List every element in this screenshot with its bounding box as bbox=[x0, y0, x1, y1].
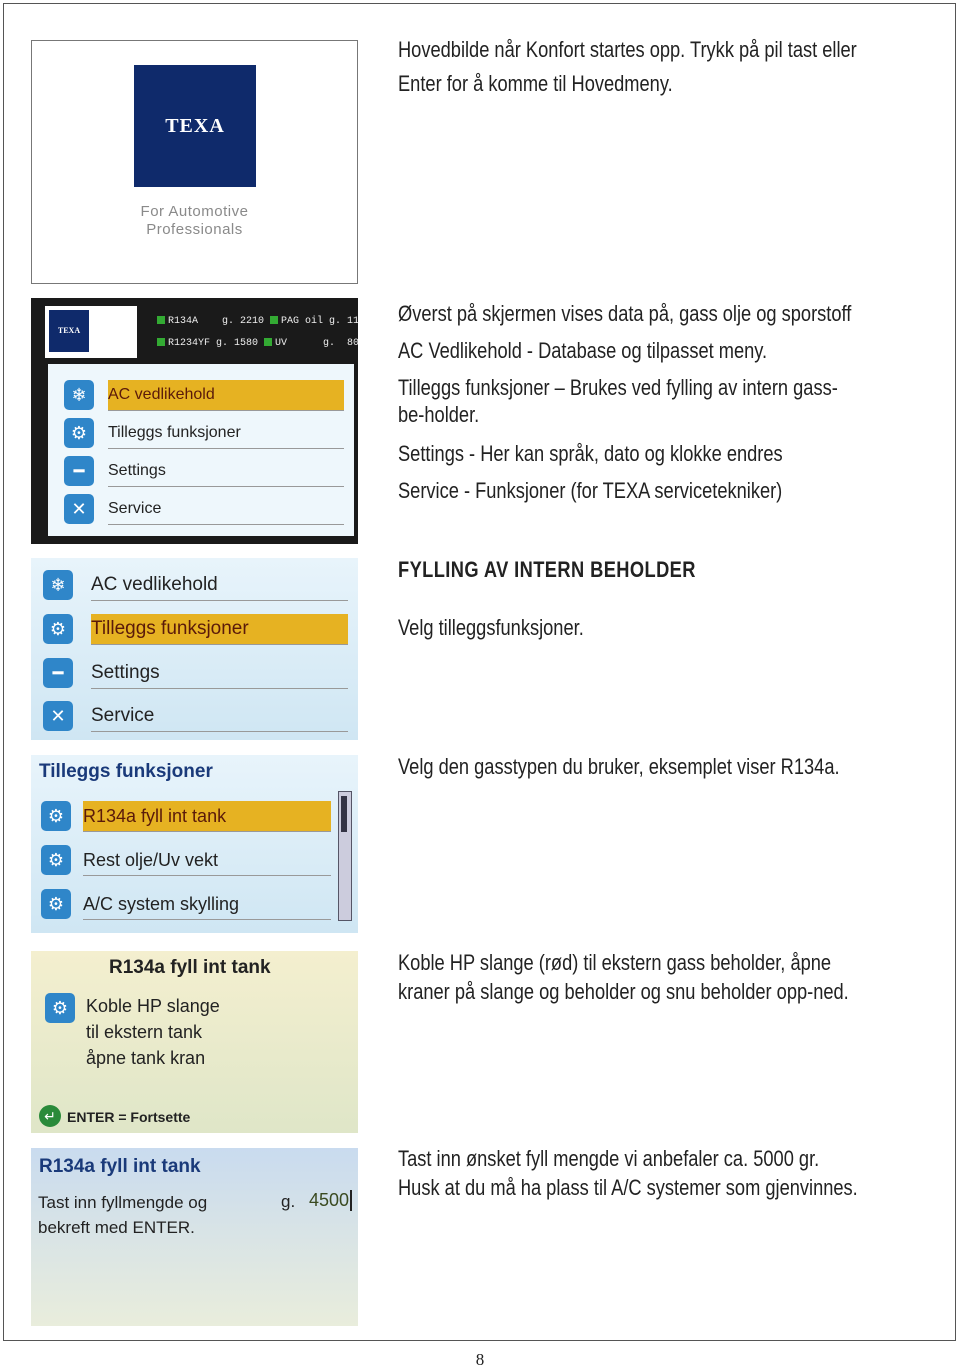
instruction-text: Tast inn fyllmengde og bekreft med ENTER… bbox=[38, 1190, 207, 1240]
menu-label: AC vedlikehold bbox=[108, 380, 344, 411]
tagline-2: Professionals bbox=[146, 221, 243, 238]
tools-icon: ✕ bbox=[64, 494, 94, 524]
gears-icon: ⚙ bbox=[45, 993, 75, 1023]
instruction-line: åpne tank kran bbox=[86, 1048, 206, 1068]
menu-item-tilleggs[interactable]: ⚙ Tilleggs funksjoner bbox=[48, 412, 354, 449]
wrench-icon: ━ bbox=[64, 456, 94, 486]
section-6-text: Tast inn ønsket fyll mengde vi anbefaler… bbox=[398, 1144, 929, 1202]
gears-icon: ⚙ bbox=[64, 418, 94, 448]
status-pag: PAG oil g. 110 bbox=[281, 316, 358, 327]
check-icon bbox=[264, 338, 273, 347]
text-line: AC Vedlikehold - Database og tilpasset m… bbox=[398, 338, 768, 363]
check-icon bbox=[270, 316, 279, 325]
menu-label: AC vedlikehold bbox=[91, 570, 348, 601]
status-uv: UV g. 80 bbox=[275, 338, 358, 349]
scrollbar-thumb[interactable] bbox=[341, 796, 347, 832]
enter-icon: ↵ bbox=[39, 1105, 61, 1127]
text-line: Hovedbilde når Konfort startes opp. Tryk… bbox=[398, 37, 857, 62]
menu-label: Settings bbox=[91, 658, 348, 689]
text-line: kraner på slange og beholder og snu beho… bbox=[398, 979, 849, 1004]
instruction-text: Koble HP slange til ekstern tank åpne ta… bbox=[86, 993, 220, 1071]
main-menu-screen: TEXA R134A g. 2210 PAG oil g. 110 R1234Y… bbox=[31, 298, 358, 544]
fill-amount-input[interactable]: 4500 bbox=[309, 1190, 353, 1211]
text-line: Velg tilleggsfunksjoner. bbox=[398, 615, 584, 640]
text-line: Velg den gasstypen du bruker, eksemplet … bbox=[398, 754, 840, 779]
status-r1234yf: R1234YF g. 1580 bbox=[168, 338, 259, 349]
connect-hose-screen: R134a fyll int tank ⚙ Koble HP slange ti… bbox=[31, 951, 358, 1133]
menu-item-ac[interactable]: ❄ AC vedlikehold bbox=[31, 564, 358, 601]
gears-icon: ⚙ bbox=[41, 801, 71, 831]
scrollbar[interactable] bbox=[338, 791, 352, 921]
text-line: Settings - Her kan språk, dato og klokke… bbox=[398, 441, 783, 466]
gears-icon: ⚙ bbox=[41, 889, 71, 919]
menu-label: Tilleggs funksjoner bbox=[108, 418, 344, 449]
tools-icon: ✕ bbox=[43, 701, 73, 731]
menu-label: Tilleggs funksjoner bbox=[91, 614, 348, 645]
check-icon bbox=[157, 338, 165, 347]
menu-label: Service bbox=[108, 494, 344, 525]
menu-label: Service bbox=[91, 701, 348, 732]
section-2-text: Øverst på skjermen vises data på, gass o… bbox=[398, 295, 929, 509]
instruction-line: til ekstern tank bbox=[86, 1022, 203, 1042]
menu-item-ac[interactable]: ❄ AC vedlikehold bbox=[48, 374, 354, 411]
tagline-1: For Automotive bbox=[140, 203, 249, 220]
section-1-text: Hovedbilde når Konfort startes opp. Tryk… bbox=[398, 35, 929, 98]
text-line: Enter for å komme til Hovedmeny. bbox=[398, 71, 673, 96]
main-menu: ❄ AC vedlikehold ⚙ Tilleggs funksjoner ━ Se… bbox=[48, 364, 354, 536]
wrench-icon: ━ bbox=[43, 658, 73, 688]
menu-screen-tilleggs: ❄ AC vedlikehold ⚙ Tilleggs funksjoner ━ Se… bbox=[31, 558, 358, 740]
manual-page: TEXA For Automotive Professionals TEXA R1… bbox=[0, 0, 960, 1368]
instruction-line: Koble HP slange bbox=[86, 996, 220, 1016]
screen-title: R134a fyll int tank bbox=[109, 957, 271, 978]
menu-label: A/C system skylling bbox=[83, 889, 331, 920]
status-line-2: R1234YF g. 1580 UV g. 80 bbox=[157, 338, 358, 349]
gears-icon: ⚙ bbox=[41, 845, 71, 875]
logo-tagline: For Automotive Professionals bbox=[32, 203, 357, 239]
text-line: Koble HP slange (rød) til ekstern gass b… bbox=[398, 950, 832, 975]
func-item-r134a[interactable]: ⚙ R134a fyll int tank bbox=[31, 795, 341, 832]
enter-hint: ENTER = Fortsette bbox=[67, 1109, 191, 1125]
status-line-1: R134A g. 2210 PAG oil g. 110 bbox=[157, 316, 358, 327]
menu-item-settings[interactable]: ━ Settings bbox=[31, 652, 358, 689]
page-number: 8 bbox=[475, 1350, 485, 1368]
status-r134a: R134A g. 2210 bbox=[168, 316, 265, 327]
fill-amount-screen: R134a fyll int tank Tast inn fyllmengde … bbox=[31, 1148, 358, 1326]
texa-logo-screen: TEXA For Automotive Professionals bbox=[31, 40, 358, 284]
menu-label: Settings bbox=[108, 456, 344, 487]
header-logo: TEXA bbox=[45, 306, 137, 358]
menu-label: R134a fyll int tank bbox=[83, 801, 331, 832]
menu-item-service[interactable]: ✕ Service bbox=[48, 488, 354, 525]
text-line: Øverst på skjermen vises data på, gass o… bbox=[398, 301, 852, 326]
tilleggs-funksjoner-screen: Tilleggs funksjoner ⚙ R134a fyll int tank… bbox=[31, 755, 358, 933]
menu-item-service[interactable]: ✕ Service bbox=[31, 695, 358, 732]
snowflake-icon: ❄ bbox=[43, 570, 73, 600]
menu-item-settings[interactable]: ━ Settings bbox=[48, 450, 354, 487]
section-heading: FYLLING AV INTERN BEHOLDER bbox=[398, 557, 696, 582]
texa-logo: TEXA bbox=[134, 65, 256, 187]
func-item-rest-olje[interactable]: ⚙ Rest olje/Uv vekt bbox=[31, 839, 341, 876]
func-item-skylling[interactable]: ⚙ A/C system skylling bbox=[31, 883, 341, 920]
gears-icon: ⚙ bbox=[43, 614, 73, 644]
instruction-line: Tast inn fyllmengde og bbox=[38, 1193, 208, 1212]
text-line: Husk at du må ha plass til A/C systemer … bbox=[398, 1175, 858, 1200]
menu-item-tilleggs[interactable]: ⚙ Tilleggs funksjoner bbox=[31, 608, 358, 645]
snowflake-icon: ❄ bbox=[64, 380, 94, 410]
menu-label: Rest olje/Uv vekt bbox=[83, 845, 331, 876]
text-line: Service - Funksjoner (for TEXA servicete… bbox=[398, 478, 783, 503]
texa-logo: TEXA bbox=[49, 310, 89, 352]
instruction-line: bekreft med ENTER. bbox=[38, 1218, 195, 1237]
check-icon bbox=[157, 316, 165, 325]
text-line: Tast inn ønsket fyll mengde vi anbefaler… bbox=[398, 1146, 820, 1171]
screen-title: R134a fyll int tank bbox=[39, 1156, 201, 1177]
screen-title: Tilleggs funksjoner bbox=[39, 761, 213, 782]
unit-label: g. bbox=[281, 1192, 296, 1211]
section-5-text: Koble HP slange (rød) til ekstern gass b… bbox=[398, 948, 929, 1006]
